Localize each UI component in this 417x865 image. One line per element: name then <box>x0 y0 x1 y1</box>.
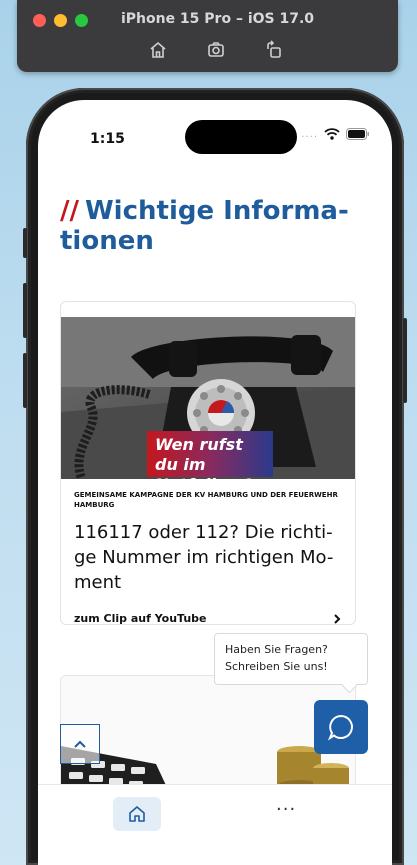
wifi-icon <box>324 128 340 140</box>
status-time: 1:15 <box>90 131 125 147</box>
status-icons: .... <box>301 128 370 140</box>
campaign-banner: Wen rufst du im Notfall an? <box>147 431 273 479</box>
chat-bubble-icon <box>327 714 353 741</box>
rotate-icon[interactable] <box>264 40 284 60</box>
chevron-right-icon <box>334 613 341 624</box>
home-icon <box>129 806 145 822</box>
finance-card[interactable] <box>60 675 356 797</box>
page-title: //Wichtige Informa-tionen <box>60 196 370 256</box>
tab-more[interactable]: ··· <box>276 799 296 820</box>
page-title-text: Wichtige Informa-tionen <box>60 196 349 256</box>
simulator-toolbar: iPhone 15 Pro – iOS 17.0 <box>17 0 398 72</box>
tab-bar: ··· <box>38 784 392 865</box>
volume-down-button <box>23 353 27 408</box>
battery-icon <box>346 128 369 140</box>
power-button <box>403 318 407 403</box>
phone-frame: 1:15 .... //Wichtige Informa-tionen Wen … <box>23 88 407 865</box>
home-icon[interactable] <box>148 40 168 60</box>
signal-indicator: .... <box>301 128 318 140</box>
tab-home[interactable] <box>113 797 161 831</box>
scroll-to-top-button[interactable] <box>60 724 100 764</box>
telephone-image: Wen rufst du im Notfall an? <box>61 317 355 479</box>
action-button <box>23 228 27 258</box>
youtube-link[interactable]: zum Clip auf YouTube <box>74 612 342 625</box>
volume-up-button <box>23 283 27 338</box>
chevron-up-icon <box>74 740 86 748</box>
simulator-title: iPhone 15 Pro – iOS 17.0 <box>120 11 315 27</box>
title-slash: // <box>60 196 79 226</box>
chat-tooltip: Haben Sie Fragen? Schreiben Sie uns! <box>214 633 368 685</box>
dynamic-island <box>185 120 297 154</box>
finance-image <box>61 676 355 796</box>
chat-button[interactable] <box>314 700 368 754</box>
app-screen: 1:15 .... //Wichtige Informa-tionen Wen … <box>38 100 392 865</box>
campaign-card[interactable]: Wen rufst du im Notfall an? GEMEINSAME K… <box>60 301 356 625</box>
card-kicker: GEMEINSAME KAMPAGNE DER KV HAMBURG UND D… <box>74 491 338 509</box>
youtube-link-label: zum Clip auf YouTube <box>74 612 207 625</box>
card-title: 116117 oder 112? Die richti-ge Nummer im… <box>74 522 334 593</box>
screenshot-icon[interactable] <box>206 40 226 60</box>
